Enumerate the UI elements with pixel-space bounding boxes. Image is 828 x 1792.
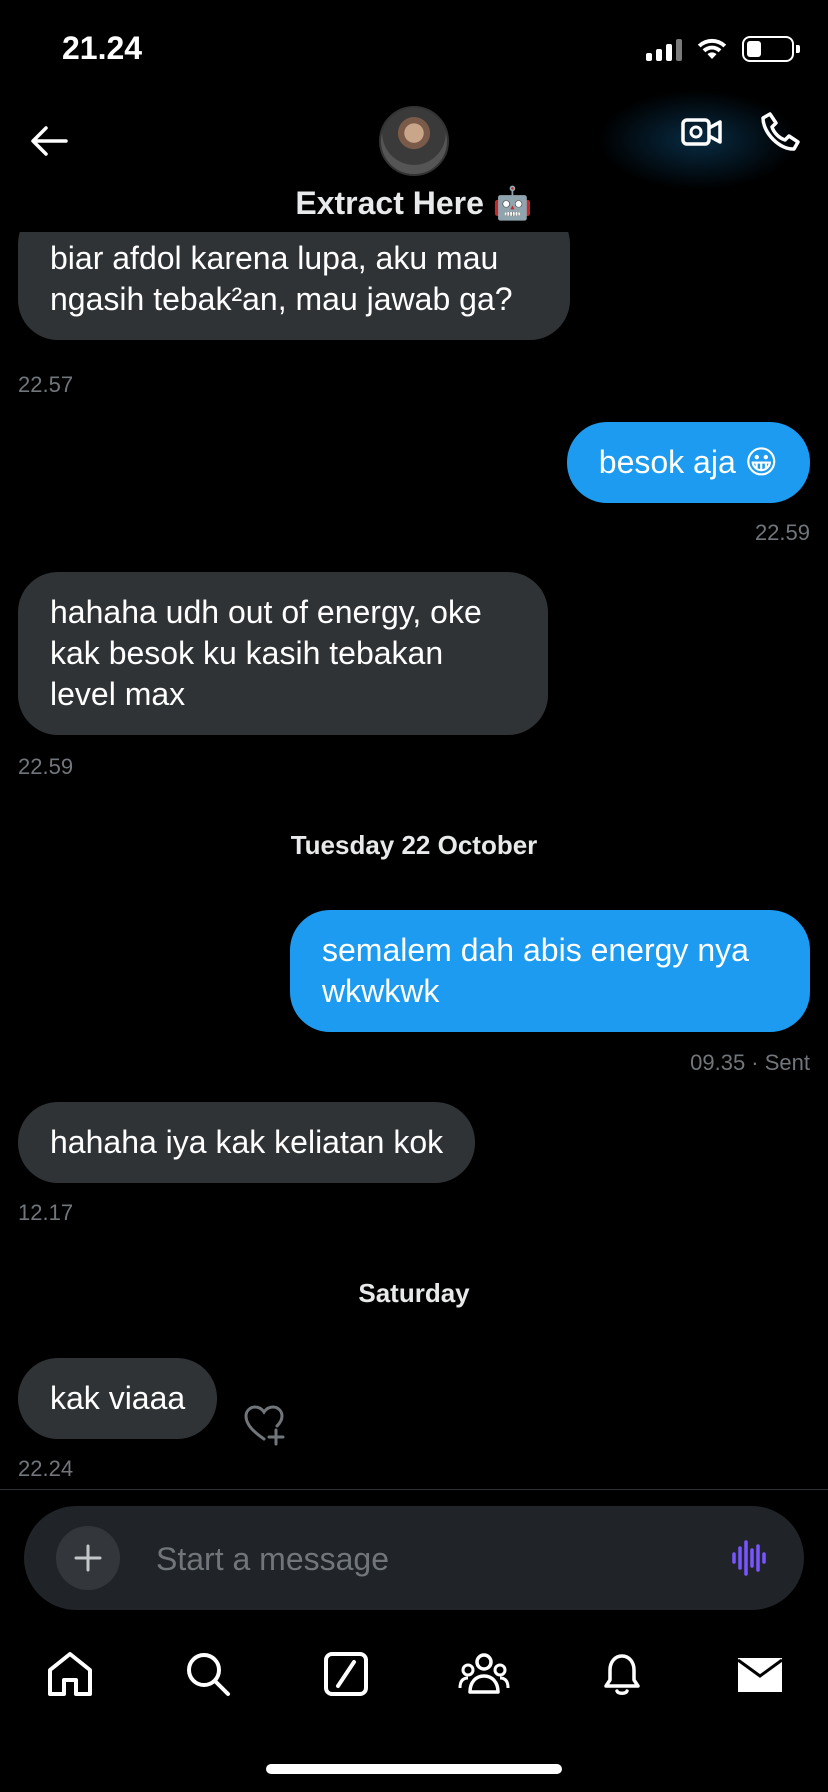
phone-icon[interactable] <box>758 110 802 154</box>
message-bubble-incoming[interactable]: kak viaaa <box>18 1358 218 1439</box>
status-time: 21.24 <box>62 30 143 66</box>
message-bubble-outgoing[interactable]: besok aja 😀 <box>566 422 810 503</box>
message-input[interactable] <box>156 1538 716 1580</box>
notifications-icon[interactable] <box>596 1648 648 1700</box>
composer-divider <box>0 1489 828 1490</box>
contact-avatar[interactable] <box>379 106 449 176</box>
add-attachment-button[interactable] <box>56 1526 120 1590</box>
home-icon[interactable] <box>44 1648 96 1700</box>
date-separator: Tuesday 22 October <box>290 830 538 860</box>
status-bar: 21.24 <box>0 0 828 100</box>
date-separator: Saturday <box>358 1278 470 1308</box>
search-icon[interactable] <box>182 1648 234 1700</box>
plus-icon <box>74 1544 102 1572</box>
back-arrow-icon[interactable] <box>26 118 72 164</box>
cellular-signal-icon <box>646 37 682 61</box>
communities-icon[interactable] <box>458 1648 510 1700</box>
grok-icon[interactable] <box>320 1648 372 1700</box>
bottom-navigation <box>0 1648 828 1700</box>
voice-message-icon[interactable] <box>730 1538 770 1578</box>
message-timestamp: 22.59 <box>18 754 74 779</box>
status-icons <box>646 36 800 62</box>
message-timestamp: 22.57 <box>18 372 74 397</box>
message-bubble-incoming[interactable]: hahaha udh out of energy, oke kak besok … <box>18 572 548 735</box>
add-reaction-heart-icon[interactable] <box>242 1402 286 1446</box>
message-status: 09.35 · Sent <box>690 1050 810 1075</box>
battery-icon <box>742 36 800 62</box>
header-actions <box>680 110 802 154</box>
message-list[interactable]: biar afdol karena lupa, aku mau ngasih t… <box>0 232 828 1490</box>
message-timestamp: 22.59 <box>754 520 810 545</box>
messages-icon[interactable] <box>734 1648 786 1700</box>
contact-name[interactable]: Extract Here 🤖 <box>0 184 828 222</box>
message-timestamp: 22.24 <box>18 1456 74 1481</box>
message-bubble-incoming[interactable]: hahaha iya kak keliatan kok <box>18 1102 476 1183</box>
home-indicator[interactable] <box>266 1764 562 1774</box>
conversation-header: Extract Here 🤖 <box>0 90 828 242</box>
video-call-icon[interactable] <box>680 110 724 154</box>
message-bubble-outgoing[interactable]: semalem dah abis energy nya wkwkwk <box>290 910 810 1032</box>
message-composer <box>24 1506 804 1610</box>
message-bubble-incoming[interactable]: biar afdol karena lupa, aku mau ngasih t… <box>18 232 570 340</box>
wifi-icon <box>697 38 727 59</box>
message-timestamp: 12.17 <box>18 1200 74 1225</box>
